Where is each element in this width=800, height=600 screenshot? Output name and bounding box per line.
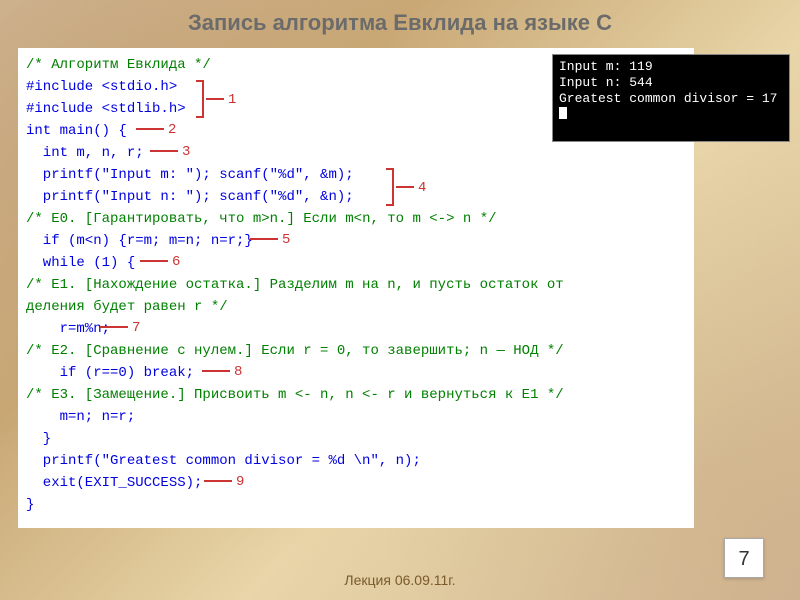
code-line: /* Алгоритм Евклида */ (26, 57, 211, 73)
code-line: деления будет равен r */ (26, 299, 228, 315)
annotation-8: 8 (202, 364, 242, 380)
annotation-2: 2 (136, 122, 176, 138)
code-line: printf("Input n: "); scanf("%d", &n); (26, 189, 354, 205)
code-line: } (26, 497, 34, 513)
code-line: printf("Greatest common divisor = %d \n"… (26, 453, 421, 469)
code-line: } (26, 431, 51, 447)
code-line: printf("Input m: "); scanf("%d", &m); (26, 167, 354, 183)
page-number: 7 (724, 538, 764, 578)
code-line: /* E1. [Нахождение остатка.] Разделим m … (26, 277, 564, 293)
annotation-9: 9 (204, 474, 244, 490)
code-line: exit(EXIT_SUCCESS); (26, 475, 202, 491)
terminal-line: Input m: 119 (559, 59, 653, 74)
code-line: /* E3. [Замещение.] Присвоить m <- n, n … (26, 387, 564, 403)
code-line: /* E2. [Сравнение с нулем.] Если r = 0, … (26, 343, 564, 359)
terminal-output: Input m: 119 Input n: 544 Greatest commo… (552, 54, 790, 142)
code-line: #include <stdlib.h> (26, 101, 186, 117)
annotation-5: 5 (250, 232, 290, 248)
code-line: /* E0. [Гарантировать, что m>n.] Если m<… (26, 211, 497, 227)
annotation-bracket-4 (386, 168, 394, 206)
code-line: while (1) { (26, 255, 135, 271)
annotation-1: 1 (206, 92, 236, 108)
code-line: #include <stdio.h> (26, 79, 177, 95)
code-line: if (m<n) {r=m; m=n; n=r;} (26, 233, 253, 249)
code-line: m=n; n=r; (26, 409, 135, 425)
code-line: if (r==0) break; (26, 365, 194, 381)
annotation-4: 4 (396, 180, 426, 196)
annotation-3: 3 (150, 144, 190, 160)
terminal-line: Greatest common divisor = 17 (559, 91, 777, 106)
code-line: int m, n, r; (26, 145, 144, 161)
terminal-line: Input n: 544 (559, 75, 653, 90)
terminal-cursor (559, 107, 567, 119)
annotation-6: 6 (140, 254, 180, 270)
code-line: int main() { (26, 123, 127, 139)
annotation-bracket-1 (196, 80, 204, 118)
annotation-7: 7 (100, 320, 140, 336)
code-line: r=m%n; (26, 321, 110, 337)
footer-text: Лекция 06.09.11г. (0, 572, 800, 588)
page-title: Запись алгоритма Евклида на языке С (0, 10, 800, 36)
